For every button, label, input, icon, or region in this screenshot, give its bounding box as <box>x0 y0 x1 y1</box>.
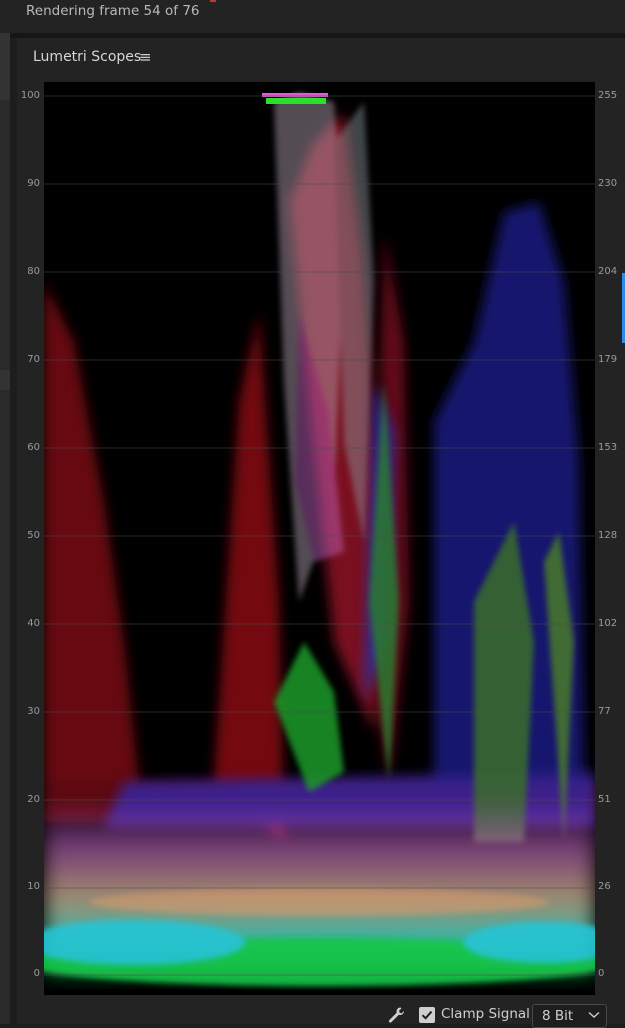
render-status-bar: Rendering frame 54 of 76 <box>0 0 625 33</box>
wrench-icon[interactable] <box>387 1006 407 1024</box>
left-tick-label: 50 <box>27 530 40 541</box>
right-tick-label: 0 <box>598 968 605 979</box>
right-tick-label: 26 <box>598 881 611 892</box>
clamp-signal-label[interactable]: Clamp Signal <box>441 1006 530 1022</box>
left-tick-label: 20 <box>27 794 40 805</box>
left-tick-label: 0 <box>33 968 40 979</box>
left-panel-edge <box>0 0 10 1024</box>
left-tick-label: 10 <box>27 881 40 892</box>
checkmark-icon <box>421 1010 433 1020</box>
bit-depth-value: 8 Bit <box>542 1008 574 1024</box>
render-progress-accent <box>210 0 216 2</box>
left-tick-label: 90 <box>27 178 40 189</box>
panel-header: Lumetri Scopes ≡ <box>17 38 625 78</box>
bit-depth-dropdown[interactable]: 8 Bit <box>532 1004 607 1028</box>
left-tick-label: 70 <box>27 354 40 365</box>
waveform-scope <box>44 82 595 995</box>
clamp-signal-checkbox[interactable] <box>419 1007 435 1023</box>
right-tick-label: 102 <box>598 618 618 629</box>
panel-menu-icon[interactable]: ≡ <box>139 48 152 66</box>
right-tick-label: 255 <box>598 90 618 101</box>
right-tick-label: 153 <box>598 442 618 453</box>
right-tick-label: 128 <box>598 530 618 541</box>
left-tick-label: 60 <box>27 442 40 453</box>
rendering-status-text: Rendering frame 54 of 76 <box>26 3 200 19</box>
panel-title[interactable]: Lumetri Scopes <box>33 49 141 65</box>
right-tick-label: 51 <box>598 794 611 805</box>
right-tick-label: 230 <box>598 178 618 189</box>
left-panel-segment <box>0 370 10 390</box>
chevron-down-icon <box>588 1011 600 1018</box>
left-tick-label: 80 <box>27 266 40 277</box>
right-tick-label: 179 <box>598 354 618 365</box>
left-tick-label: 40 <box>27 618 40 629</box>
left-tick-label: 30 <box>27 706 40 717</box>
left-tick-label: 100 <box>20 90 40 101</box>
waveform-graphic <box>44 92 595 986</box>
right-tick-label: 204 <box>598 266 618 277</box>
right-tick-label: 77 <box>598 706 611 717</box>
